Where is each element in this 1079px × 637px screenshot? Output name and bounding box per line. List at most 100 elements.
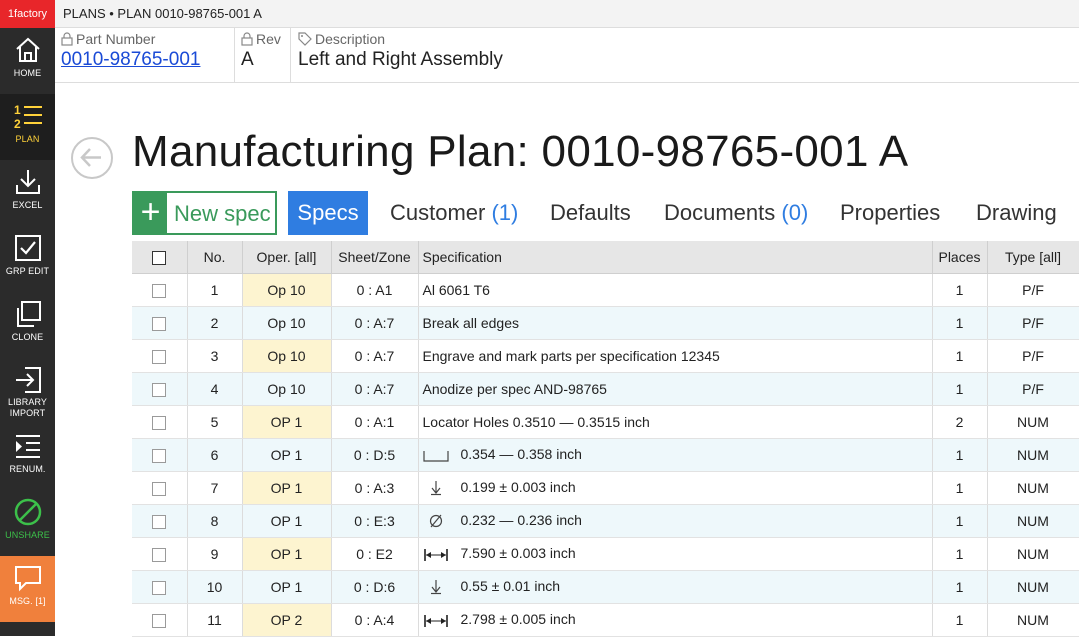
sidebar-item-library-import[interactable]: LIBRARY IMPORT (0, 358, 55, 424)
row-specification[interactable]: Anodize per spec AND-98765 (418, 372, 933, 406)
rev-value: A (241, 49, 254, 70)
row-select-cell (132, 471, 188, 505)
tab-properties[interactable]: Properties (840, 191, 940, 235)
table-row[interactable]: 10 OP 10 : D:6 0.55 ± 0.01 inch 1 NUM (132, 570, 1079, 604)
sidebar-item-plan[interactable]: 1 2 PLAN (0, 94, 55, 160)
row-specification[interactable]: 7.590 ± 0.003 inch (418, 537, 933, 571)
row-operation[interactable]: Op 10 (242, 339, 332, 373)
part-number-label-text: Part Number (76, 31, 156, 47)
sidebar-item-renumber[interactable]: RENUM. (0, 424, 55, 490)
row-operation[interactable]: OP 1 (242, 570, 332, 604)
sidebar-item-clone[interactable]: CLONE (0, 292, 55, 358)
table-row[interactable]: 2 Op 10 0 : A:7 Break all edges 1 P/F (132, 306, 1079, 340)
column-header-no[interactable]: No. (187, 241, 243, 274)
row-type: P/F (987, 339, 1079, 373)
row-operation[interactable]: OP 1 (242, 537, 332, 571)
row-specification-text: Locator Holes 0.3510 — 0.3515 inch (422, 413, 650, 430)
sidebar-item-excel[interactable]: EXCEL (0, 160, 55, 226)
table-row[interactable]: 4 Op 10 0 : A:7 Anodize per spec AND-98765 1… (132, 372, 1079, 406)
lock-icon (241, 32, 253, 46)
back-button[interactable] (71, 137, 113, 179)
row-operation[interactable]: OP 2 (242, 603, 332, 637)
row-specification[interactable]: 2.798 ± 0.005 inch (418, 603, 933, 637)
sidebar-item-unshare[interactable]: UNSHARE (0, 490, 55, 556)
svg-text:1: 1 (14, 103, 21, 117)
table-row[interactable]: 8 OP 10 : E:3 0.232 — 0.236 inch 1 NUM (132, 504, 1079, 538)
row-select-cell (132, 438, 188, 472)
sidebar-item-home[interactable]: HOME (0, 28, 55, 94)
row-select-cell (132, 372, 188, 406)
brand-logo[interactable]: 1factory (0, 0, 55, 28)
row-checkbox[interactable] (152, 448, 167, 463)
row-operation[interactable]: OP 1 (242, 471, 332, 505)
sidebar-item-label: GRP EDIT (5, 266, 50, 276)
sidebar-item-label-line2: IMPORT (9, 408, 46, 418)
tab-drawing[interactable]: Drawing (976, 191, 1057, 235)
row-operation[interactable]: OP 1 (242, 405, 332, 439)
row-specification[interactable]: 0.199 ± 0.003 inch (418, 471, 933, 505)
row-specification[interactable]: Break all edges (418, 306, 933, 340)
row-places: 1 (932, 603, 988, 637)
tab-specs[interactable]: Specs (288, 191, 368, 235)
row-checkbox[interactable] (152, 349, 167, 364)
row-operation[interactable]: Op 10 (242, 372, 332, 406)
row-specification[interactable]: Locator Holes 0.3510 — 0.3515 inch (418, 405, 933, 439)
row-specification[interactable]: 0.354 — 0.358 inch (418, 438, 933, 472)
row-specification[interactable]: Al 6061 T6 (418, 273, 933, 307)
select-all-checkbox[interactable] (152, 250, 167, 265)
row-specification-text: Break all edges (422, 314, 520, 331)
row-type: P/F (987, 372, 1079, 406)
row-number: 4 (187, 372, 243, 406)
tab-customer[interactable]: Customer (1) (390, 191, 518, 235)
tab-defaults[interactable]: Defaults (550, 191, 631, 235)
row-checkbox[interactable] (152, 547, 167, 562)
sidebar-item-label: MSG. [1] (9, 596, 46, 606)
row-sheet-zone: 0 : D:6 (331, 570, 419, 604)
table-row[interactable]: 6 OP 10 : D:5 0.354 — 0.358 inch 1 NUM (132, 438, 1079, 472)
row-operation[interactable]: Op 10 (242, 306, 332, 340)
row-operation[interactable]: OP 1 (242, 504, 332, 538)
tab-documents[interactable]: Documents (0) (664, 191, 808, 235)
row-checkbox[interactable] (152, 514, 167, 529)
row-places: 1 (932, 504, 988, 538)
dimension-icon (423, 612, 449, 628)
breadcrumb[interactable]: PLANS • PLAN 0010-98765-001 A (55, 0, 1079, 28)
column-header-oper[interactable]: Oper. [all] (242, 241, 332, 274)
depth-icon (423, 479, 449, 496)
row-checkbox[interactable] (152, 283, 167, 298)
sidebar-item-messages[interactable]: MSG. [1] (0, 556, 55, 622)
table-row[interactable]: 9 OP 10 : E2 7.590 ± 0.003 inch 1 NUM (132, 537, 1079, 571)
column-header-type[interactable]: Type [all] (987, 241, 1079, 274)
table-row[interactable]: 1 Op 10 0 : A1 Al 6061 T6 1 P/F (132, 273, 1079, 307)
row-checkbox[interactable] (152, 415, 167, 430)
tab-customer-count: (1) (491, 200, 519, 225)
row-checkbox[interactable] (152, 316, 167, 331)
row-operation[interactable]: Op 10 (242, 273, 332, 307)
row-type: P/F (987, 306, 1079, 340)
row-checkbox[interactable] (152, 580, 167, 595)
table-row[interactable]: 5 OP 10 : A:1 Locator Holes 0.3510 — 0.351… (132, 405, 1079, 439)
row-specification[interactable]: 0.232 — 0.236 inch (418, 504, 933, 538)
column-header-places[interactable]: Places (932, 241, 988, 274)
row-checkbox[interactable] (152, 481, 167, 496)
row-checkbox[interactable] (152, 382, 167, 397)
renumber-icon (15, 435, 40, 458)
row-checkbox[interactable] (152, 613, 167, 628)
row-specification[interactable]: 0.55 ± 0.01 inch (418, 570, 933, 604)
tab-documents-count: (0) (781, 200, 809, 225)
sidebar-item-grp-edit[interactable]: GRP EDIT (0, 226, 55, 292)
row-specification-text: 0.354 — 0.358 inch (460, 445, 582, 462)
row-type: P/F (987, 273, 1079, 307)
row-specification[interactable]: Engrave and mark parts per specification… (418, 339, 933, 373)
row-operation[interactable]: OP 1 (242, 438, 332, 472)
new-spec-button[interactable]: + New spec (132, 191, 277, 235)
table-row[interactable]: 11 OP 20 : A:4 2.798 ± 0.005 inch 1 NUM (132, 603, 1079, 637)
table-row[interactable]: 7 OP 10 : A:3 0.199 ± 0.003 inch 1 NUM (132, 471, 1079, 505)
table-row[interactable]: 3 Op 10 0 : A:7 Engrave and mark parts per … (132, 339, 1079, 373)
column-header-sheet-zone[interactable]: Sheet/Zone (331, 241, 419, 274)
sidebar-item-label: PLAN (15, 134, 40, 144)
row-number: 11 (187, 603, 243, 637)
part-number-link[interactable]: 0010-98765-001 (61, 49, 231, 71)
column-header-specification[interactable]: Specification (418, 241, 933, 274)
row-type: NUM (987, 570, 1079, 604)
